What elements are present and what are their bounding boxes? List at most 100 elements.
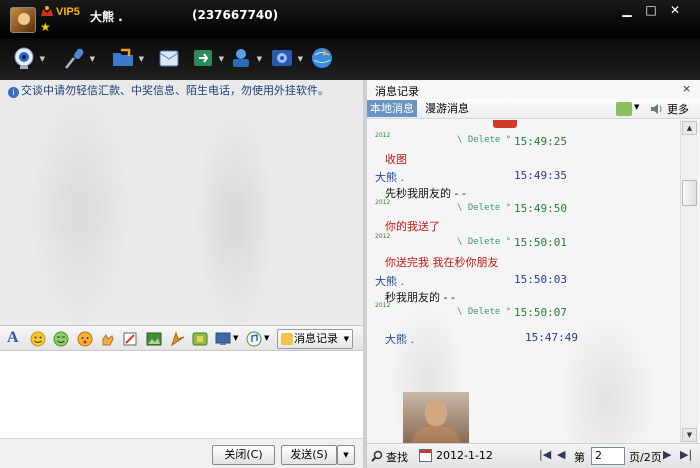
avatar-face <box>18 13 30 25</box>
security-notice: i 交谈中请勿轻信汇款、中奖信息、陌生电话，勿使用外挂软件。 <box>8 82 329 98</box>
chat-display-area[interactable]: i 交谈中请勿轻信汇款、中奖信息、陌生电话，勿使用外挂软件。 <box>0 80 363 325</box>
sender-name: Delete <box>467 237 501 247</box>
message-sender: \ Delete ° <box>457 135 512 145</box>
microphone-dropdown-icon[interactable]: ▼ <box>90 55 95 63</box>
history-tabs: 本地消息 漫游消息 ▼ 更多 <box>367 99 700 119</box>
message-sender: \ Delete ° <box>457 307 512 317</box>
page-prefix-label: 第 <box>574 451 585 464</box>
scroll-thumb[interactable] <box>682 180 697 206</box>
message-time: 15:49:50 <box>514 202 567 215</box>
vip-badge-icon <box>41 6 53 16</box>
settings-dropdown-icon[interactable]: ▼ <box>298 55 303 63</box>
page-number-input[interactable]: 2 <box>591 447 625 465</box>
speaker-icon[interactable] <box>650 102 664 116</box>
folder-icon[interactable]: ▼ <box>111 46 144 70</box>
history-message-list[interactable]: 2012 \ Delete ° 15:49:25 收图 大熊 . 15:49:3… <box>367 120 680 443</box>
export-icon[interactable] <box>616 102 632 116</box>
minimize-button[interactable]: ▁ <box>616 2 638 18</box>
maximize-button[interactable]: □ <box>640 2 662 18</box>
message-time: 15:50:01 <box>514 236 567 249</box>
vip-level: VIP5 <box>56 6 80 18</box>
sender-name: Delete <box>467 135 501 145</box>
calendar-icon[interactable] <box>419 449 432 462</box>
search-icon[interactable] <box>371 450 383 462</box>
close-window-button[interactable]: ✕ <box>664 2 686 18</box>
globe-icon[interactable] <box>310 46 334 70</box>
title-bar[interactable]: VIP5 ★ 大熊 . (237667740) ▁ □ ✕ <box>0 0 700 38</box>
screenshot-icon[interactable] <box>170 331 186 347</box>
hand-icon[interactable] <box>100 331 116 347</box>
send-button[interactable]: 发送(S) <box>281 445 337 465</box>
wink-icon[interactable] <box>53 331 69 347</box>
history-footer: 查找 2012-1-12 |◀ ◀ 第 2 页/2页 ▶ ▶| <box>367 443 700 468</box>
file-transfer-icon[interactable]: ▼ <box>191 46 224 70</box>
page-total-label: 页/2页 <box>629 451 662 464</box>
scroll-down-icon[interactable]: ▼ <box>682 428 697 442</box>
history-panel: 消息记录 × 本地消息 漫游消息 ▼ 更多 2012 \ Delete ° 15… <box>367 80 700 468</box>
sender-name: Delete <box>467 307 501 317</box>
message-sender: \ Delete ° <box>457 203 512 213</box>
message-time: 15:49:25 <box>514 135 567 148</box>
contact-qq-number: (237667740) <box>192 8 279 22</box>
screen-icon[interactable] <box>215 331 231 347</box>
first-page-icon[interactable]: |◀ <box>539 448 551 461</box>
search-button[interactable]: 查找 <box>386 449 408 465</box>
settings-icon[interactable]: ▼ <box>270 46 303 70</box>
camera-dropdown-icon[interactable]: ▼ <box>40 55 45 63</box>
mail-icon[interactable] <box>157 46 181 70</box>
folder-dropdown-icon[interactable]: ▼ <box>139 55 144 63</box>
more-button[interactable]: 更多 <box>667 101 689 117</box>
history-panel-title: 消息记录 <box>375 85 419 98</box>
next-page-icon[interactable]: ▶ <box>663 448 671 461</box>
camera-icon[interactable]: ▼ <box>12 46 45 70</box>
message-year: 2012 <box>375 302 391 309</box>
message-time: 15:50:07 <box>514 306 567 319</box>
message-input[interactable] <box>0 351 363 438</box>
puzzle-icon[interactable] <box>192 331 208 347</box>
scroll-up-icon[interactable]: ▲ <box>682 121 697 135</box>
message-sender: \ Delete ° <box>457 237 512 247</box>
music-icon[interactable] <box>246 331 262 347</box>
history-panel-close-icon[interactable]: × <box>682 82 691 95</box>
file-transfer-dropdown-icon[interactable]: ▼ <box>219 55 224 63</box>
contact-name: 大熊 . <box>90 10 123 24</box>
message-sender: 大熊 . <box>375 171 404 184</box>
music-dropdown-icon[interactable]: ▼ <box>264 334 269 342</box>
tab-roaming-messages[interactable]: 漫游消息 <box>425 100 469 117</box>
image-edge <box>493 120 517 128</box>
message-text: 你的我送了 <box>385 220 440 233</box>
history-icon <box>281 333 293 345</box>
emoji-icon[interactable] <box>77 331 93 347</box>
edit-icon[interactable] <box>122 331 138 347</box>
photo-head <box>425 400 447 426</box>
message-history-label: 消息记录 <box>294 332 338 345</box>
avatar[interactable] <box>10 7 36 33</box>
last-page-icon[interactable]: ▶| <box>680 448 692 461</box>
tab-local-messages[interactable]: 本地消息 <box>367 100 417 117</box>
message-time: 15:49:35 <box>514 169 567 182</box>
info-icon: i <box>8 87 19 98</box>
send-bar: 关闭(C) 发送(S) ▼ <box>0 438 363 468</box>
export-dropdown-icon[interactable]: ▼ <box>634 103 639 111</box>
toolbar: ▼ ▼ ▼ ▼ ▼ ▼ <box>0 38 700 80</box>
microphone-icon[interactable]: ▼ <box>62 46 95 70</box>
message-time: 15:47:49 <box>525 331 578 344</box>
history-scrollbar[interactable]: ▲ ▼ <box>680 120 698 443</box>
sender-name: Delete <box>467 203 501 213</box>
image-icon[interactable] <box>146 331 162 347</box>
photo-body <box>411 426 461 443</box>
shared-photo[interactable] <box>403 392 469 443</box>
app-icon[interactable]: ▼ <box>229 46 262 70</box>
send-options-dropdown-icon[interactable]: ▼ <box>337 445 355 465</box>
font-icon[interactable]: A <box>7 329 23 346</box>
smiley-icon[interactable] <box>30 331 46 347</box>
chat-window: VIP5 ★ 大熊 . (237667740) ▁ □ ✕ ▼ ▼ ▼ ▼ ▼ <box>0 0 700 468</box>
previous-page-icon[interactable]: ◀ <box>557 448 565 461</box>
close-button[interactable]: 关闭(C) <box>212 445 275 465</box>
app-dropdown-icon[interactable]: ▼ <box>257 55 262 63</box>
message-history-button[interactable]: 消息记录 ▼ <box>277 329 353 349</box>
message-text: 先秒我朋友的 - - <box>385 187 466 200</box>
screen-dropdown-icon[interactable]: ▼ <box>233 334 238 342</box>
security-notice-text: 交谈中请勿轻信汇款、中奖信息、陌生电话，勿使用外挂软件。 <box>21 84 329 97</box>
history-date[interactable]: 2012-1-12 <box>436 449 493 462</box>
